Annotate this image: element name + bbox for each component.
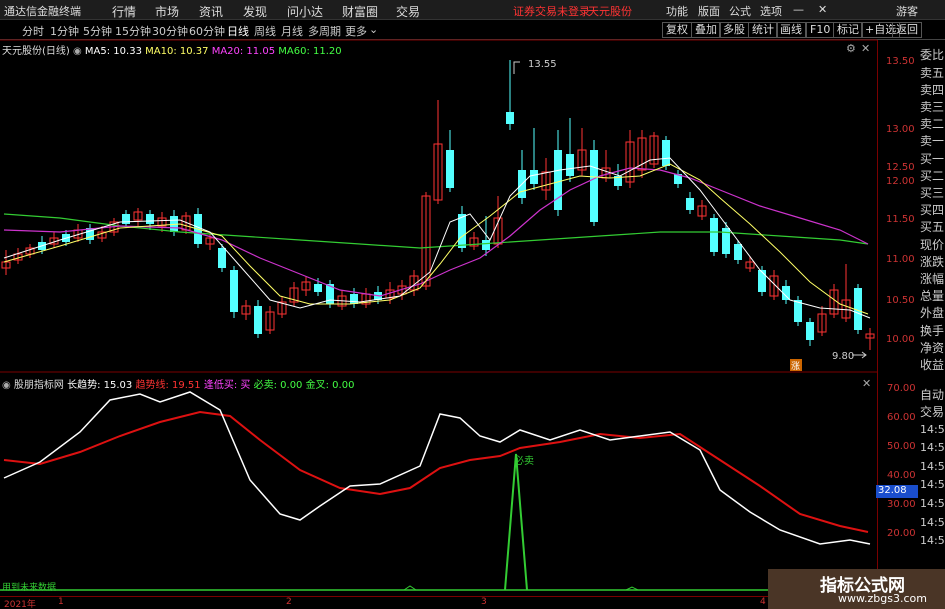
high-marker [513,61,520,74]
ma20-line [3,167,869,297]
candle-body-down [122,214,130,224]
candle-body-down [146,214,154,224]
chart-canvas[interactable]: 13.55 9.80 涨必卖用到未来数据 [0,0,877,596]
date-tick: 4 [760,597,766,607]
date-tick: 1 [58,597,64,607]
side-item[interactable]: 卖三 [920,100,944,114]
date-axis: 2021年 1 2 3 4 [0,596,877,609]
limit-tag: 涨 [791,361,800,372]
candle-body-down [458,214,466,248]
price-tick: 11.00 [886,254,915,265]
candle-body-down [218,248,226,268]
high-label: 13.55 [528,59,557,70]
candle-body-down [554,150,562,210]
sell-signal-spike [504,453,528,591]
time-tick: 14:56 [920,460,945,473]
footer-note: 用到未来数据 [2,581,56,593]
candle-body-down [590,150,598,222]
candle-body-down [710,218,718,252]
side-item[interactable]: 买一 [920,152,944,166]
candle-body-down [506,112,514,124]
price-tick: 12.00 [886,176,915,187]
time-tick: 14:56 [920,534,945,547]
candle-body-down [806,322,814,340]
price-tick: 11.50 [886,214,915,225]
time-tick: 14:56 [920,423,945,436]
time-tick: 14:56 [920,478,945,491]
candle-body-down [446,150,454,188]
price-tick: 10.50 [886,295,915,306]
price-tick: 13.00 [886,124,915,135]
side-item[interactable]: 收益 [920,358,944,372]
side-item[interactable]: 委比 [920,48,944,62]
sell-signal-label: 必卖 [514,454,534,467]
watermark-logo: 指标公式网 www.zbgs3.com [768,569,945,609]
app-window: 通达信金融终端 行情 市场 资讯 发现 问小达 财富圈 交易 证券交易未登录 天… [0,0,945,609]
side-item[interactable]: 卖四 [920,83,944,97]
side-item[interactable]: 卖二 [920,117,944,131]
candle-body-down [662,140,670,166]
candle-body-down [734,244,742,260]
quote-side-panel: 委比 卖五 卖四 卖三 卖二 卖一 买一 买二 买三 买四 买五 现价 涨跌 涨… [919,40,945,380]
indicator-tick: 40.00 [887,470,916,481]
candle-body-down [350,294,358,304]
side-item[interactable]: 卖五 [920,66,944,80]
time-tick: 14:56 [920,497,945,510]
user-label[interactable]: 游客 [896,3,918,19]
back-button[interactable]: 返回 [892,22,922,38]
ma10-line [3,163,869,315]
side-item[interactable]: 卖一 [920,134,944,148]
date-tick: 3 [481,597,487,607]
candle-body-down [230,270,238,312]
side-item[interactable]: 换手 [920,324,944,338]
side-item[interactable]: 现价 [920,238,944,252]
time-tick: 14:56 [920,441,945,454]
trade-button[interactable]: 交易 [920,403,944,420]
side-item[interactable]: 买五 [920,220,944,234]
price-tick: 10.00 [886,334,915,345]
candle-body-down [254,306,262,334]
indicator-value-box: 32.08 [876,485,918,498]
candle-body-down [482,240,490,250]
side-item[interactable]: 涨幅 [920,272,944,286]
price-tick: 12.50 [886,162,915,173]
trend-line [3,410,869,533]
date-tick: 2021年 [4,600,36,609]
time-tick: 14:56 [920,516,945,529]
ma5-line [3,157,871,319]
side-item[interactable]: 总量 [920,289,944,303]
candle-body-down [686,198,694,210]
side-item[interactable]: 买三 [920,186,944,200]
candle-body-down [530,170,538,184]
side-item[interactable]: 买四 [920,203,944,217]
low-label: 9.80 [832,351,854,362]
candle-body-down [566,154,574,176]
watermark-url: www.zbgs3.com [838,592,927,605]
indicator-tick: 20.00 [887,528,916,539]
indicator-tick: 30.00 [887,499,916,510]
price-tick: 13.50 [886,56,915,67]
candle-body-down [758,270,766,292]
candle-body-down [314,284,322,292]
auto-button[interactable]: 自动 [920,386,944,403]
indicator-tick: 60.00 [887,412,916,423]
indicator-tick: 70.00 [887,383,916,394]
indicator-tick: 50.00 [887,441,916,452]
price-axis: 13.50 13.00 12.50 12.00 11.50 11.00 10.5… [877,40,919,595]
side-item[interactable]: 净资 [920,341,944,355]
side-item[interactable]: 买二 [920,169,944,183]
side-item[interactable]: 涨跌 [920,255,944,269]
date-tick: 2 [286,597,292,607]
side-item[interactable]: 外盘 [920,306,944,320]
long-trend-line [3,391,871,545]
